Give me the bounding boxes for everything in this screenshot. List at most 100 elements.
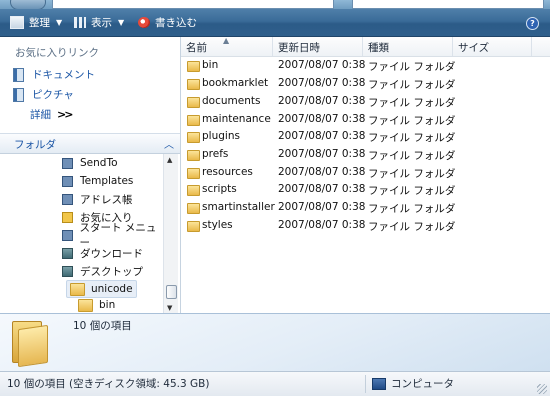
column-divider[interactable] [452, 37, 453, 56]
status-location: コンピュータ [372, 376, 454, 391]
tree-item[interactable]: デスクトップ [62, 263, 143, 279]
table-row[interactable]: bin 2007/08/07 0:38 ファイル フォルダ [181, 57, 550, 75]
file-type: ファイル フォルダ [368, 115, 456, 127]
address-bar[interactable] [52, 0, 334, 9]
table-row[interactable]: maintenance 2007/08/07 0:38 ファイル フォルダ [181, 111, 550, 129]
status-divider [365, 375, 366, 393]
table-row[interactable]: documents 2007/08/07 0:38 ファイル フォルダ [181, 93, 550, 111]
tree-item-label: SendTo [80, 157, 118, 169]
folder-icon [78, 298, 93, 312]
pictures-icon [13, 87, 24, 102]
more-links[interactable]: 詳細 >> [30, 107, 74, 122]
table-row[interactable]: bookmarklet 2007/08/07 0:38 ファイル フォルダ [181, 75, 550, 93]
status-text: 10 個の項目 (空きディスク領域: 45.3 GB) [7, 378, 210, 390]
burn-button[interactable]: 書き込む [138, 14, 197, 31]
file-list: ▲ 名前 更新日時 種類 サイズ bin 2007/08/07 0:38 ファイ… [181, 36, 550, 313]
burn-icon [138, 17, 150, 28]
address-bar-strip [0, 0, 550, 10]
help-icon[interactable]: ? [526, 17, 539, 30]
scroll-up-icon[interactable]: ▲ [167, 156, 172, 164]
favorites-folder-icon [62, 211, 73, 223]
scroll-down-icon[interactable]: ▼ [167, 304, 172, 312]
tree-item[interactable]: SendTo [62, 155, 118, 171]
file-type: ファイル フォルダ [368, 221, 456, 233]
table-row[interactable]: styles 2007/08/07 0:38 ファイル フォルダ [181, 217, 550, 235]
navigation-pane: お気に入りリンク ドキュメント ピクチャ 詳細 >> フォルダ ︿ SendTo… [0, 37, 181, 314]
file-type: ファイル フォルダ [368, 150, 456, 162]
tree-scrollbar[interactable]: ▲ ▼ [163, 154, 178, 314]
file-date: 2007/08/07 0:38 [278, 77, 366, 89]
sort-ascending-icon: ▲ [223, 36, 230, 45]
file-type: ファイル フォルダ [368, 79, 456, 91]
file-date: 2007/08/07 0:38 [278, 166, 366, 178]
shortcut-icon [62, 175, 73, 187]
folder-tree: SendTo Templates アドレス帳 お気に入り スタート メニュー ダ… [0, 154, 162, 314]
column-header-type[interactable]: 種類 [368, 40, 389, 55]
favorite-links-title: お気に入りリンク [15, 47, 99, 59]
tree-item[interactable]: bin [78, 297, 115, 313]
views-button[interactable]: 表示 ▼ [74, 14, 124, 31]
tree-item-label: Templates [80, 175, 134, 187]
file-date: 2007/08/07 0:38 [278, 219, 366, 231]
views-icon [74, 17, 86, 28]
file-name: smartinstaller [202, 201, 275, 213]
tree-item-selected[interactable]: unicode [66, 280, 137, 298]
file-name: resources [202, 166, 253, 178]
table-row[interactable]: smartinstaller 2007/08/07 0:38 ファイル フォルダ [181, 199, 550, 217]
file-type: ファイル フォルダ [368, 203, 456, 215]
file-date: 2007/08/07 0:38 [278, 59, 366, 71]
file-date: 2007/08/07 0:38 [278, 130, 366, 142]
column-header-size[interactable]: サイズ [458, 40, 489, 55]
folder-icon [70, 282, 85, 296]
documents-icon [13, 67, 24, 82]
large-folder-icon [12, 319, 48, 368]
file-name: scripts [202, 183, 237, 195]
file-name: styles [202, 219, 233, 231]
folder-icon [187, 185, 200, 196]
desktop-folder-icon [62, 265, 73, 277]
table-row[interactable]: scripts 2007/08/07 0:38 ファイル フォルダ [181, 181, 550, 199]
chevron-down-icon: ▼ [118, 18, 125, 27]
column-divider[interactable] [531, 37, 532, 56]
chevron-up-icon: ︿ [164, 140, 174, 151]
search-box[interactable] [352, 0, 544, 9]
tree-item-label: デスクトップ [80, 265, 143, 278]
favorite-link-documents[interactable]: ドキュメント [13, 67, 95, 82]
column-divider[interactable] [272, 37, 273, 56]
more-label: 詳細 [30, 109, 51, 121]
computer-icon [372, 377, 386, 390]
folders-header[interactable]: フォルダ ︿ [0, 133, 180, 154]
file-type: ファイル フォルダ [368, 132, 456, 144]
burn-label: 書き込む [155, 17, 197, 29]
tree-item-label: unicode [91, 283, 133, 295]
shortcut-icon [62, 229, 73, 241]
folder-icon [187, 132, 200, 143]
tree-item[interactable]: アドレス帳 [62, 191, 133, 207]
tree-item[interactable]: ダウンロード [62, 245, 143, 261]
scroll-thumb[interactable] [166, 285, 177, 299]
organize-icon [10, 16, 24, 29]
address-book-icon [62, 193, 73, 205]
folder-icon [187, 150, 200, 161]
column-header-name[interactable]: 名前 [186, 40, 207, 55]
column-divider[interactable] [362, 37, 363, 56]
tree-item[interactable]: Templates [62, 173, 133, 189]
table-row[interactable]: plugins 2007/08/07 0:38 ファイル フォルダ [181, 128, 550, 146]
table-row[interactable]: resources 2007/08/07 0:38 ファイル フォルダ [181, 164, 550, 182]
column-header-row: ▲ 名前 更新日時 種類 サイズ [181, 36, 550, 57]
tree-item[interactable]: スタート メニュー [62, 222, 162, 249]
favorite-link-pictures[interactable]: ピクチャ [13, 87, 74, 102]
status-bar: 10 個の項目 (空きディスク領域: 45.3 GB) コンピュータ [0, 371, 550, 396]
status-location-label: コンピュータ [391, 378, 454, 390]
resize-grip[interactable] [537, 384, 547, 394]
file-name: documents [202, 95, 261, 107]
column-header-date[interactable]: 更新日時 [278, 40, 320, 55]
file-date: 2007/08/07 0:38 [278, 148, 366, 160]
double-chevron-right-icon: >> [57, 108, 74, 121]
shortcut-icon [62, 157, 73, 169]
organize-button[interactable]: 整理 ▼ [10, 14, 62, 31]
chevron-down-icon: ▼ [56, 18, 63, 27]
file-date: 2007/08/07 0:38 [278, 95, 366, 107]
folder-icon [187, 203, 200, 214]
table-row[interactable]: prefs 2007/08/07 0:38 ファイル フォルダ [181, 146, 550, 164]
